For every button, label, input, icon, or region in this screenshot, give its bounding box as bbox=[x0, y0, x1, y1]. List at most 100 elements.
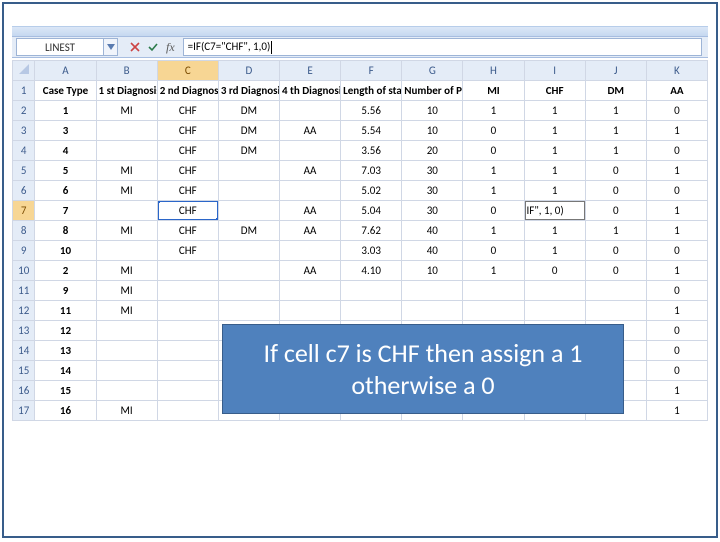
row-header[interactable]: 3 bbox=[13, 121, 35, 141]
cell[interactable]: 7 bbox=[35, 201, 96, 221]
cell[interactable]: 10 bbox=[402, 121, 463, 141]
formula-input[interactable]: =IF(C7="CHF", 1,0) bbox=[183, 38, 702, 56]
cell[interactable]: 1 bbox=[646, 121, 707, 141]
cell[interactable]: 3 rd Diagnosis bbox=[218, 81, 279, 101]
cell[interactable] bbox=[341, 301, 402, 321]
cell[interactable] bbox=[157, 401, 218, 421]
cell[interactable]: 0 bbox=[585, 241, 646, 261]
cell[interactable]: 0 bbox=[646, 101, 707, 121]
cell[interactable] bbox=[96, 241, 157, 261]
cell[interactable]: 1 bbox=[646, 161, 707, 181]
cell[interactable] bbox=[402, 301, 463, 321]
cell[interactable]: 1 bbox=[463, 181, 524, 201]
cell[interactable] bbox=[96, 201, 157, 221]
col-header-E[interactable]: E bbox=[279, 61, 340, 81]
cell[interactable]: 0 bbox=[646, 361, 707, 381]
row-header[interactable]: 9 bbox=[13, 241, 35, 261]
cell[interactable]: 14 bbox=[35, 361, 96, 381]
cell[interactable]: 9 bbox=[35, 281, 96, 301]
row-header[interactable]: 4 bbox=[13, 141, 35, 161]
fx-icon[interactable]: fx bbox=[166, 40, 175, 55]
name-box[interactable]: LINEST bbox=[16, 38, 104, 56]
cell[interactable] bbox=[218, 241, 279, 261]
name-box-dropdown[interactable] bbox=[104, 38, 118, 56]
cell[interactable] bbox=[279, 241, 340, 261]
col-header-A[interactable]: A bbox=[35, 61, 96, 81]
cell[interactable]: 1 bbox=[524, 221, 585, 241]
cell[interactable]: MI bbox=[96, 301, 157, 321]
cell[interactable]: 1 bbox=[585, 221, 646, 241]
cell[interactable]: MI bbox=[96, 261, 157, 281]
cell[interactable]: 0 bbox=[585, 161, 646, 181]
cell[interactable]: 1 bbox=[646, 201, 707, 221]
cell[interactable]: 1 bbox=[585, 121, 646, 141]
cell[interactable]: 11 bbox=[35, 301, 96, 321]
cell[interactable]: 10 bbox=[402, 101, 463, 121]
cell[interactable]: 4 th Diagnosis bbox=[279, 81, 340, 101]
cell[interactable]: 0 bbox=[463, 121, 524, 141]
cell[interactable]: 3 bbox=[35, 121, 96, 141]
cell[interactable] bbox=[279, 181, 340, 201]
cell[interactable]: CHF bbox=[157, 161, 218, 181]
cell[interactable]: 1 bbox=[646, 301, 707, 321]
cell[interactable] bbox=[463, 281, 524, 301]
cell[interactable]: IF", 1, 0) bbox=[524, 201, 585, 221]
cell[interactable]: CHF bbox=[157, 241, 218, 261]
cell[interactable]: 7.03 bbox=[341, 161, 402, 181]
cancel-edit-button[interactable] bbox=[126, 38, 144, 56]
cell[interactable]: MI bbox=[96, 401, 157, 421]
cell[interactable]: 15 bbox=[35, 381, 96, 401]
cell[interactable]: 0 bbox=[646, 241, 707, 261]
cell[interactable]: 3.03 bbox=[341, 241, 402, 261]
cell[interactable]: MI bbox=[96, 181, 157, 201]
cell[interactable]: 0 bbox=[463, 201, 524, 221]
cell[interactable] bbox=[218, 201, 279, 221]
cell[interactable]: DM bbox=[218, 221, 279, 241]
cell[interactable]: 20 bbox=[402, 141, 463, 161]
cell[interactable]: 13 bbox=[35, 341, 96, 361]
cell[interactable] bbox=[96, 341, 157, 361]
cell[interactable] bbox=[279, 281, 340, 301]
cell[interactable]: AA bbox=[279, 221, 340, 241]
cell[interactable] bbox=[585, 301, 646, 321]
cell[interactable]: 0 bbox=[524, 261, 585, 281]
cell[interactable]: 0 bbox=[585, 181, 646, 201]
cell[interactable]: 1 bbox=[524, 161, 585, 181]
cell[interactable]: 0 bbox=[463, 241, 524, 261]
cell[interactable]: 1 bbox=[524, 101, 585, 121]
cell[interactable]: MI bbox=[96, 281, 157, 301]
cell[interactable]: MI bbox=[463, 81, 524, 101]
cell[interactable]: 40 bbox=[402, 241, 463, 261]
cell[interactable]: AA bbox=[279, 261, 340, 281]
cell[interactable]: 40 bbox=[402, 221, 463, 241]
cell[interactable]: AA bbox=[646, 81, 707, 101]
col-header-B[interactable]: B bbox=[96, 61, 157, 81]
cell[interactable]: 5.56 bbox=[341, 101, 402, 121]
cell[interactable]: 1 bbox=[463, 101, 524, 121]
cell[interactable] bbox=[218, 281, 279, 301]
cell[interactable] bbox=[96, 381, 157, 401]
cell[interactable]: CHF bbox=[157, 201, 218, 221]
cell[interactable] bbox=[157, 321, 218, 341]
cell[interactable]: 4 bbox=[35, 141, 96, 161]
col-header-D[interactable]: D bbox=[218, 61, 279, 81]
cell[interactable]: DM bbox=[585, 81, 646, 101]
cell[interactable] bbox=[157, 261, 218, 281]
col-header-F[interactable]: F bbox=[341, 61, 402, 81]
cell[interactable]: 5.04 bbox=[341, 201, 402, 221]
row-header[interactable]: 12 bbox=[13, 301, 35, 321]
cell[interactable]: AA bbox=[279, 161, 340, 181]
col-header-C[interactable]: C bbox=[157, 61, 218, 81]
cell[interactable]: 1 bbox=[646, 401, 707, 421]
cell[interactable] bbox=[218, 301, 279, 321]
cell[interactable] bbox=[157, 361, 218, 381]
cell[interactable]: 0 bbox=[646, 321, 707, 341]
cell[interactable]: 1 bbox=[585, 141, 646, 161]
cell[interactable]: CHF bbox=[157, 141, 218, 161]
cell[interactable]: 5.02 bbox=[341, 181, 402, 201]
cell[interactable]: CHF bbox=[157, 121, 218, 141]
enter-edit-button[interactable] bbox=[144, 38, 162, 56]
cell[interactable]: 30 bbox=[402, 181, 463, 201]
cell[interactable]: Case Type bbox=[35, 81, 96, 101]
cell[interactable]: 30 bbox=[402, 161, 463, 181]
